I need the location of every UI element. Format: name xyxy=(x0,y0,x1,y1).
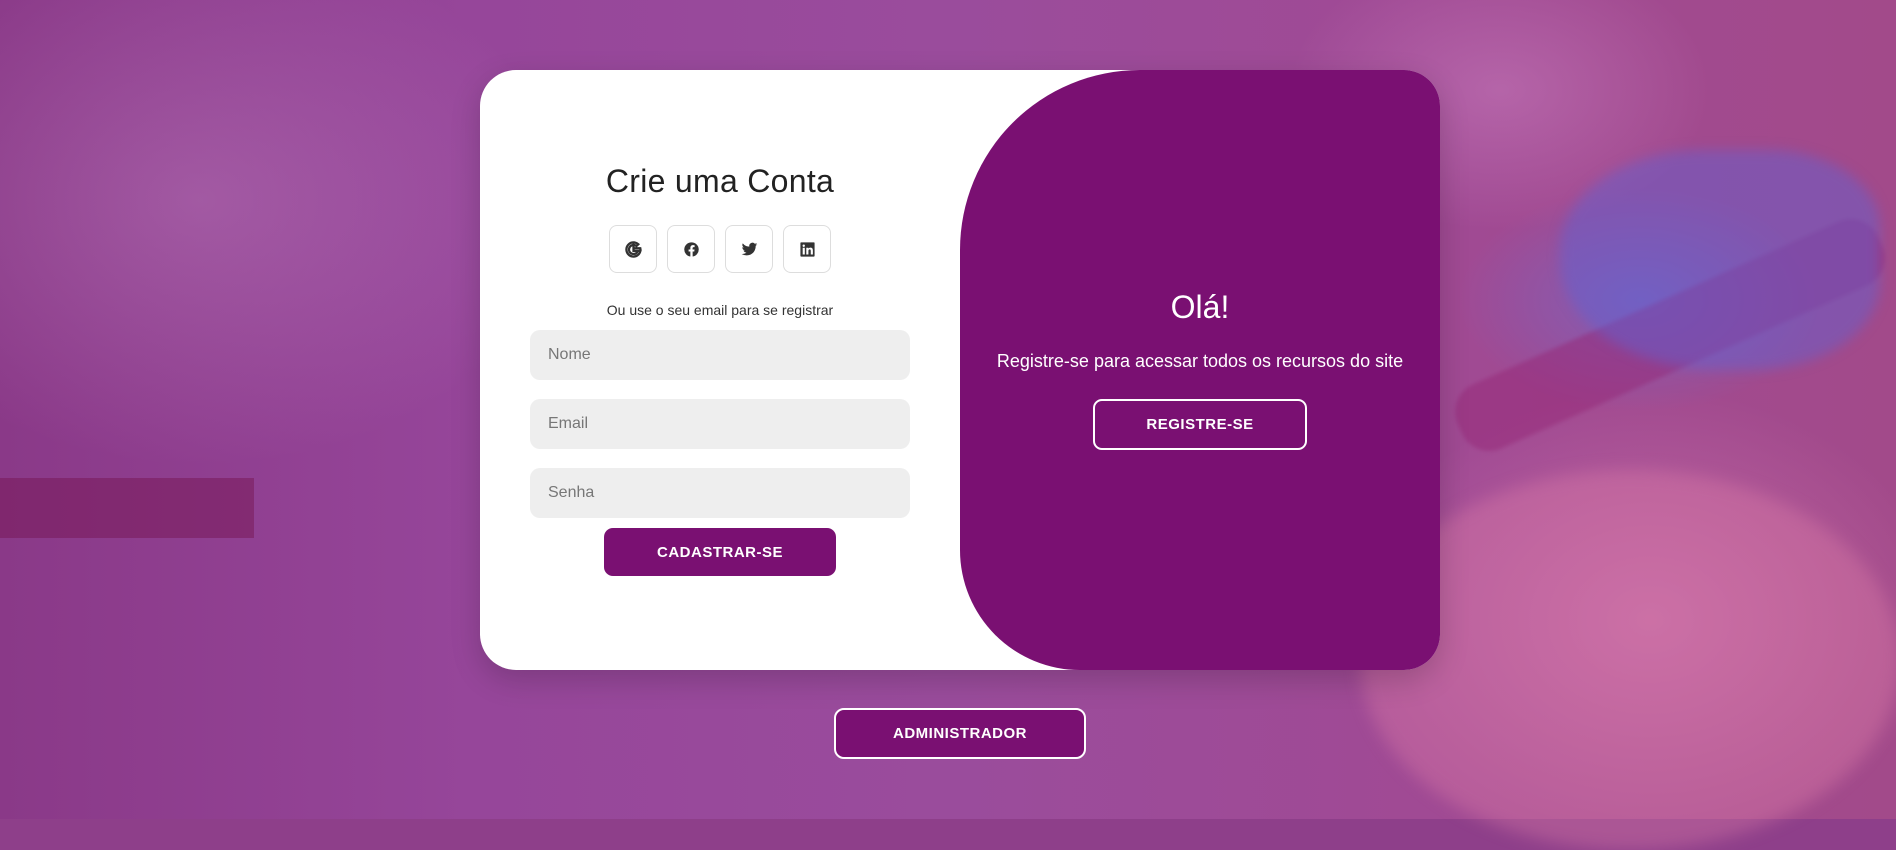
sign-up-button[interactable]: CADASTRAR-SE xyxy=(604,528,836,576)
twitter-icon xyxy=(741,242,757,255)
welcome-panel: Olá! Registre-se para acessar todos os r… xyxy=(960,70,1440,670)
welcome-text: Registre-se para acessar todos os recurs… xyxy=(996,351,1404,371)
password-input[interactable] xyxy=(530,468,910,518)
social-login-row xyxy=(609,225,831,273)
email-input[interactable] xyxy=(530,399,910,449)
form-title: Crie uma Conta xyxy=(605,163,835,199)
email-register-hint: Ou use o seu email para se registrar xyxy=(606,302,834,318)
google-icon xyxy=(624,240,642,258)
register-toggle-button[interactable]: REGISTRE-SE xyxy=(1093,399,1307,450)
welcome-title: Olá! xyxy=(1170,289,1230,325)
auth-card: Crie uma Conta Ou use o seu email para s… xyxy=(480,70,1440,670)
twitter-login-button[interactable] xyxy=(725,225,773,273)
background-face xyxy=(1360,470,1896,850)
linkedin-login-button[interactable] xyxy=(783,225,831,273)
facebook-login-button[interactable] xyxy=(667,225,715,273)
background-gloved-hand xyxy=(1560,150,1880,370)
name-input[interactable] xyxy=(530,330,910,380)
admin-button[interactable]: ADMINISTRADOR xyxy=(834,708,1086,759)
facebook-icon xyxy=(683,241,699,257)
background-shelf xyxy=(0,478,254,538)
sign-up-form: Crie uma Conta Ou use o seu email para s… xyxy=(480,70,960,670)
linkedin-icon xyxy=(799,241,815,257)
google-login-button[interactable] xyxy=(609,225,657,273)
